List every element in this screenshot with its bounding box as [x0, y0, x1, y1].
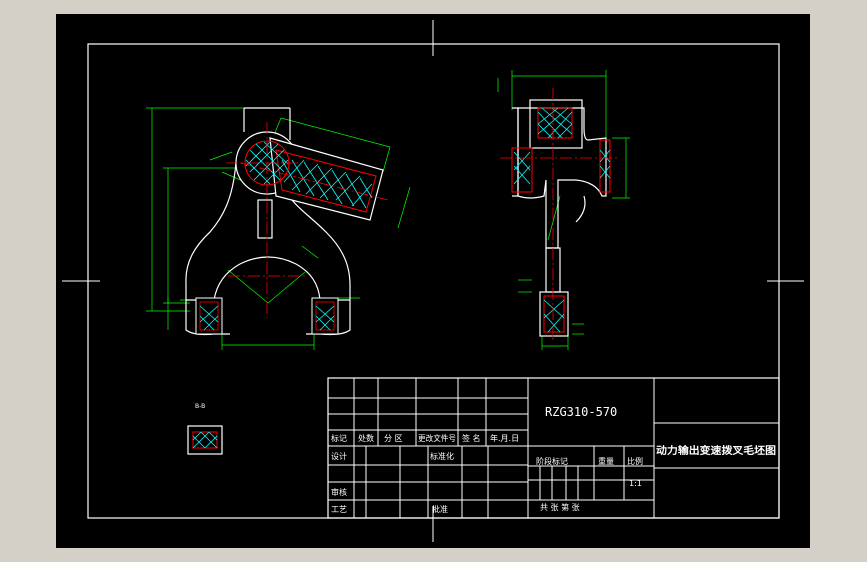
section-bb-label: B-B	[195, 403, 205, 410]
label-design: 设计	[331, 451, 347, 461]
label-sheets: 共 张 第 张	[540, 502, 580, 512]
cad-viewport[interactable]: RZG310-570 动力输出变速拨叉毛坯图 标记 处数 分 区 更改文件号 签…	[0, 0, 867, 562]
label-sign: 签 名	[462, 433, 481, 443]
label-scale: 比例	[627, 456, 643, 466]
label-weight: 重量	[598, 456, 614, 466]
label-mark: 标记	[331, 433, 347, 443]
label-date: 年.月.日	[490, 433, 519, 443]
engineering-drawing: RZG310-570 动力输出变速拨叉毛坯图 标记 处数 分 区 更改文件号 签…	[56, 14, 810, 548]
label-stage-mark: 阶段标记	[536, 456, 568, 466]
scale-value: 1:1	[629, 479, 642, 488]
label-count: 处数	[358, 433, 374, 443]
label-change-doc: 更改文件号	[418, 433, 456, 443]
label-standardize: 标准化	[430, 451, 454, 461]
label-process: 工艺	[331, 505, 347, 514]
label-approve: 批准	[432, 504, 448, 514]
label-zone: 分 区	[384, 434, 403, 443]
label-review: 审核	[331, 487, 347, 497]
part-name: 动力输出变速拨叉毛坯图	[656, 444, 776, 457]
drawing-number: RZG310-570	[545, 405, 617, 419]
